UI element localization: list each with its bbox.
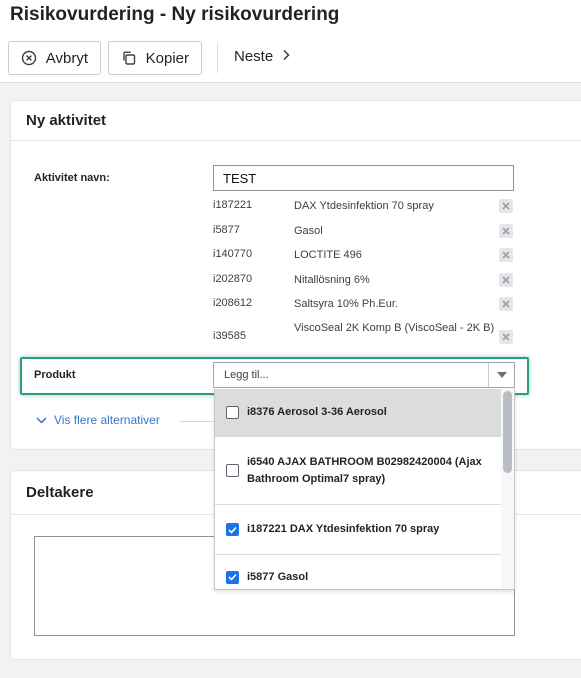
product-id: i140770 [213, 248, 253, 260]
activity-name-label: Aktivitet navn: [34, 172, 110, 184]
remove-product-icon[interactable] [499, 273, 513, 287]
copy-button[interactable]: Kopier [108, 41, 202, 75]
product-name: Nitallösning 6% [294, 274, 370, 286]
cancel-button[interactable]: Avbryt [8, 41, 101, 75]
remove-product-icon[interactable] [499, 330, 513, 344]
dropdown-option-label: i5877 Gasol [247, 570, 309, 583]
dropdown-option-label: i187221 DAX Ytdesinfektion 70 spray [247, 523, 440, 535]
top-bar: Risikovurdering - Ny risikovurdering Avb… [0, 0, 581, 83]
product-label: Produkt [34, 369, 76, 381]
checkbox-unchecked[interactable] [226, 406, 239, 419]
checkbox-unchecked[interactable] [226, 464, 239, 477]
remove-product-icon[interactable] [499, 224, 513, 238]
activity-panel-header: Ny aktivitet [11, 101, 581, 141]
product-name: Gasol [294, 225, 323, 237]
checkbox-checked[interactable] [226, 523, 239, 536]
copy-icon [120, 49, 138, 67]
product-select-placeholder: Legg til... [224, 369, 269, 381]
checkbox-checked[interactable] [226, 570, 239, 584]
next-button[interactable]: Neste [234, 48, 290, 65]
page-title: Risikovurdering - Ny risikovurdering [10, 4, 340, 25]
product-dropdown-list: i8376 Aerosol 3-36 Aerosol i6540 AJAX BA… [214, 389, 515, 590]
remove-product-icon[interactable] [499, 248, 513, 262]
activity-name-input[interactable] [213, 165, 514, 191]
remove-product-icon[interactable] [499, 199, 513, 213]
product-name: DAX Ytdesinfektion 70 spray [294, 200, 434, 212]
copy-button-label: Kopier [145, 49, 189, 67]
dropdown-arrow-icon[interactable] [488, 363, 514, 387]
dropdown-scrollbar-thumb[interactable] [503, 391, 512, 473]
cancel-button-label: Avbryt [45, 49, 88, 67]
divider-line [180, 421, 214, 422]
chevron-right-icon [282, 48, 290, 65]
product-id: i5877 [213, 224, 240, 236]
product-name: LOCTITE 496 [294, 249, 362, 261]
product-id: i202870 [213, 273, 253, 285]
product-id: i208612 [213, 297, 253, 309]
toolbar-divider [217, 43, 218, 73]
product-id: i39585 [213, 330, 247, 342]
show-more-options-link[interactable]: Vis flere alternativer [36, 413, 160, 427]
dropdown-option-label: i6540 AJAX BATHROOM B02982420004 (Ajax B… [247, 455, 482, 485]
product-name: ViscoSeal 2K Komp B (ViscoSeal - 2K B) [294, 322, 495, 334]
next-button-label: Neste [234, 48, 274, 65]
dropdown-option[interactable]: i6540 AJAX BATHROOM B02982420004 (Ajax B… [215, 437, 502, 505]
close-circle-icon [20, 49, 38, 67]
product-select[interactable]: Legg til... [213, 362, 515, 388]
dropdown-option-label: i8376 Aerosol 3-36 Aerosol [247, 406, 387, 418]
dropdown-option[interactable]: i5877 Gasol [215, 555, 502, 589]
product-id: i187221 [213, 199, 253, 211]
product-name: Saltsyra 10% Ph.Eur. [294, 298, 398, 310]
dropdown-option[interactable]: i8376 Aerosol 3-36 Aerosol [215, 389, 502, 437]
dropdown-option[interactable]: i187221 DAX Ytdesinfektion 70 spray [215, 505, 502, 555]
chevron-down-icon [36, 413, 47, 427]
remove-product-icon[interactable] [499, 297, 513, 311]
show-more-options-label: Vis flere alternativer [54, 413, 160, 427]
